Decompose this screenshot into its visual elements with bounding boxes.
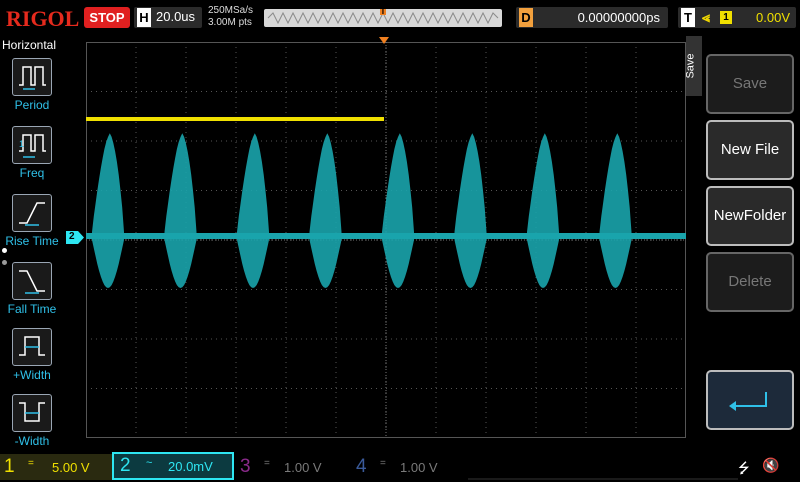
ch2-coupling-icon: ~ bbox=[146, 457, 153, 469]
period-icon bbox=[19, 66, 46, 90]
period-label: Period bbox=[14, 98, 50, 112]
positive-width-label: +Width bbox=[13, 368, 51, 382]
memory-depth: 3.00M pts bbox=[208, 17, 252, 28]
status-bar-divider bbox=[468, 478, 738, 480]
ch4-number: 4 bbox=[356, 456, 367, 477]
positive-width-icon bbox=[19, 336, 45, 356]
ch4-scale: 1.00 V bbox=[400, 460, 438, 475]
positive-width-button[interactable] bbox=[12, 328, 52, 366]
sample-rate: 250MSa/s bbox=[208, 5, 254, 16]
delete-softkey[interactable]: Delete bbox=[706, 252, 794, 312]
ch1-scale: 5.00 V bbox=[52, 460, 90, 475]
scroll-dot-active bbox=[2, 248, 7, 253]
svg-text:1: 1 bbox=[19, 139, 24, 149]
ch2-burst bbox=[382, 133, 414, 288]
ch3-number: 3 bbox=[240, 456, 251, 477]
frequency-button[interactable]: 1 bbox=[12, 126, 52, 164]
trigger-position-marker bbox=[379, 37, 389, 44]
frequency-label: Freq bbox=[19, 166, 45, 180]
return-arrow-icon bbox=[729, 392, 767, 411]
negative-width-button[interactable] bbox=[12, 394, 52, 432]
new-file-softkey[interactable]: New File bbox=[706, 120, 794, 180]
ch3-scale: 1.00 V bbox=[284, 460, 322, 475]
period-button[interactable] bbox=[12, 58, 52, 96]
fall-time-icon bbox=[19, 270, 45, 294]
delay-key: D bbox=[519, 8, 533, 27]
menu-title: Save bbox=[684, 53, 697, 79]
scroll-dot bbox=[2, 260, 7, 265]
acquisition-info: 250MSa/s 3.00M pts bbox=[208, 5, 253, 29]
ch1-status[interactable]: 1 = 5.00 V bbox=[0, 454, 112, 480]
memory-overview-bar: T bbox=[264, 7, 502, 27]
usb-icon: ⭍ bbox=[738, 460, 750, 476]
ch3-coupling-icon: = bbox=[264, 458, 270, 469]
ch2-burst bbox=[599, 133, 632, 288]
delay-readout[interactable]: D 0.00000000ps bbox=[516, 7, 668, 28]
waveform-display[interactable] bbox=[86, 42, 686, 438]
trigger-level: 0.00V bbox=[756, 10, 790, 25]
timebase-key: H bbox=[137, 8, 151, 27]
ch4-coupling-icon: = bbox=[380, 458, 386, 469]
rise-time-icon bbox=[19, 202, 45, 226]
save-softkey-menu: Save Save New File NewFolder Delete bbox=[684, 36, 800, 452]
rising-edge-icon: ⪡ bbox=[702, 9, 710, 25]
ch2-burst bbox=[92, 133, 124, 288]
ch2-scale: 20.0mV bbox=[168, 459, 213, 474]
ch2-burst bbox=[164, 133, 197, 288]
trigger-readout[interactable]: T ⪡ 1 0.00V bbox=[678, 7, 796, 28]
fall-time-label: Fall Time bbox=[7, 302, 57, 316]
ch2-burst bbox=[454, 133, 487, 288]
ch3-status[interactable]: 3 = 1.00 V bbox=[238, 454, 346, 480]
ch2-burst bbox=[237, 133, 269, 288]
ch4-status[interactable]: 4 = 1.00 V bbox=[354, 454, 462, 480]
top-status-bar: RIGOL STOP H 20.0us 250MSa/s 3.00M pts T… bbox=[0, 0, 800, 36]
channel-status-bar: 1 = 5.00 V 2 ~ 20.0mV 3 = 1.00 V 4 = 1.0… bbox=[0, 452, 800, 480]
menu-title-tab: Save bbox=[684, 36, 702, 96]
trigger-key: T bbox=[681, 8, 695, 27]
brand-logo: RIGOL bbox=[6, 6, 80, 31]
ch2-marker-label: 2 bbox=[69, 231, 75, 242]
return-softkey[interactable] bbox=[706, 370, 794, 430]
ch2-number: 2 bbox=[120, 455, 131, 476]
rise-time-button[interactable] bbox=[12, 194, 52, 232]
waveform-canvas bbox=[86, 42, 686, 438]
trigger-source: 1 bbox=[720, 11, 732, 24]
timebase-value: 20.0us bbox=[156, 9, 196, 24]
panel-title: Horizontal bbox=[2, 38, 57, 52]
run-stop-indicator[interactable]: STOP bbox=[84, 7, 130, 28]
ch2-burst bbox=[309, 133, 342, 288]
ch2-status[interactable]: 2 ~ 20.0mV bbox=[112, 452, 234, 480]
speaker-muted-icon[interactable]: 🔇 bbox=[762, 457, 779, 474]
ch1-trace bbox=[86, 117, 384, 121]
ch2-burst bbox=[527, 133, 559, 288]
ch1-coupling-icon: = bbox=[28, 458, 34, 469]
negative-width-label: -Width bbox=[14, 434, 50, 448]
new-folder-softkey[interactable]: NewFolder bbox=[706, 186, 794, 246]
memory-trigger-marker: T bbox=[380, 7, 386, 16]
delay-value: 0.00000000ps bbox=[577, 10, 660, 25]
ch2-offset-marker[interactable]: 2 bbox=[66, 231, 84, 244]
rise-time-label: Rise Time bbox=[5, 234, 59, 248]
save-softkey[interactable]: Save bbox=[706, 54, 794, 114]
frequency-icon: 1 bbox=[19, 134, 46, 158]
ch1-number: 1 bbox=[4, 456, 15, 477]
fall-time-button[interactable] bbox=[12, 262, 52, 300]
negative-width-icon bbox=[19, 402, 45, 422]
horizontal-measure-panel: Horizontal Period 1 Freq Rise Time Fall … bbox=[0, 36, 60, 452]
timebase-readout[interactable]: H 20.0us bbox=[134, 7, 202, 28]
